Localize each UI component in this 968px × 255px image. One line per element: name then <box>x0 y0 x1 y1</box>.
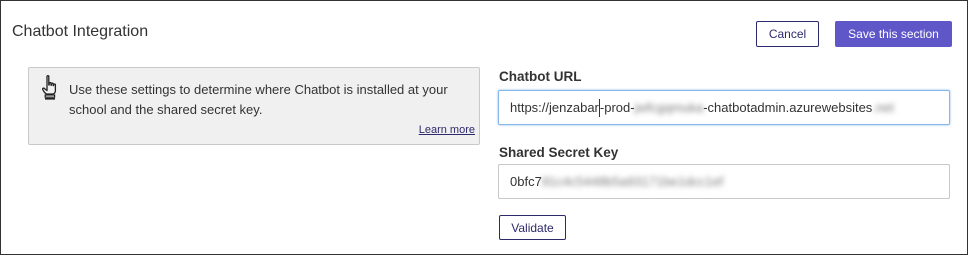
url-text-start: https://jenzabar <box>510 100 599 115</box>
url-obscured-text: jwfcgqmuka <box>634 100 704 115</box>
learn-more-link[interactable]: Learn more <box>419 124 475 136</box>
info-panel: Use these settings to determine where Ch… <box>28 67 480 145</box>
secret-text-start: 0bfc7 <box>510 174 542 189</box>
validate-button[interactable]: Validate <box>499 215 566 240</box>
url-obscured-end: .net <box>872 100 894 115</box>
chatbot-url-input[interactable]: https://jenzabar -prod-jwfcgqmuka -chatbot… <box>498 90 950 125</box>
pointing-hand-icon <box>40 74 64 102</box>
info-text: Use these settings to determine where Ch… <box>69 82 448 117</box>
chatbot-url-label: Chatbot URL <box>499 69 582 84</box>
shared-secret-input[interactable]: 0bfc7 91c4c5448b5a93171be1dcc1ef <box>498 164 950 199</box>
shared-secret-label: Shared Secret Key <box>499 145 619 160</box>
url-text-end: -chatbotadmin.azurewebsites <box>703 100 873 115</box>
section-title: Chatbot Integration <box>12 23 149 40</box>
cancel-button[interactable]: Cancel <box>756 21 819 47</box>
url-text-mid: -prod- <box>599 100 635 115</box>
secret-obscured-text: 91c4c5448b5a93171be1dcc1ef <box>541 174 724 189</box>
save-section-button[interactable]: Save this section <box>835 21 952 47</box>
